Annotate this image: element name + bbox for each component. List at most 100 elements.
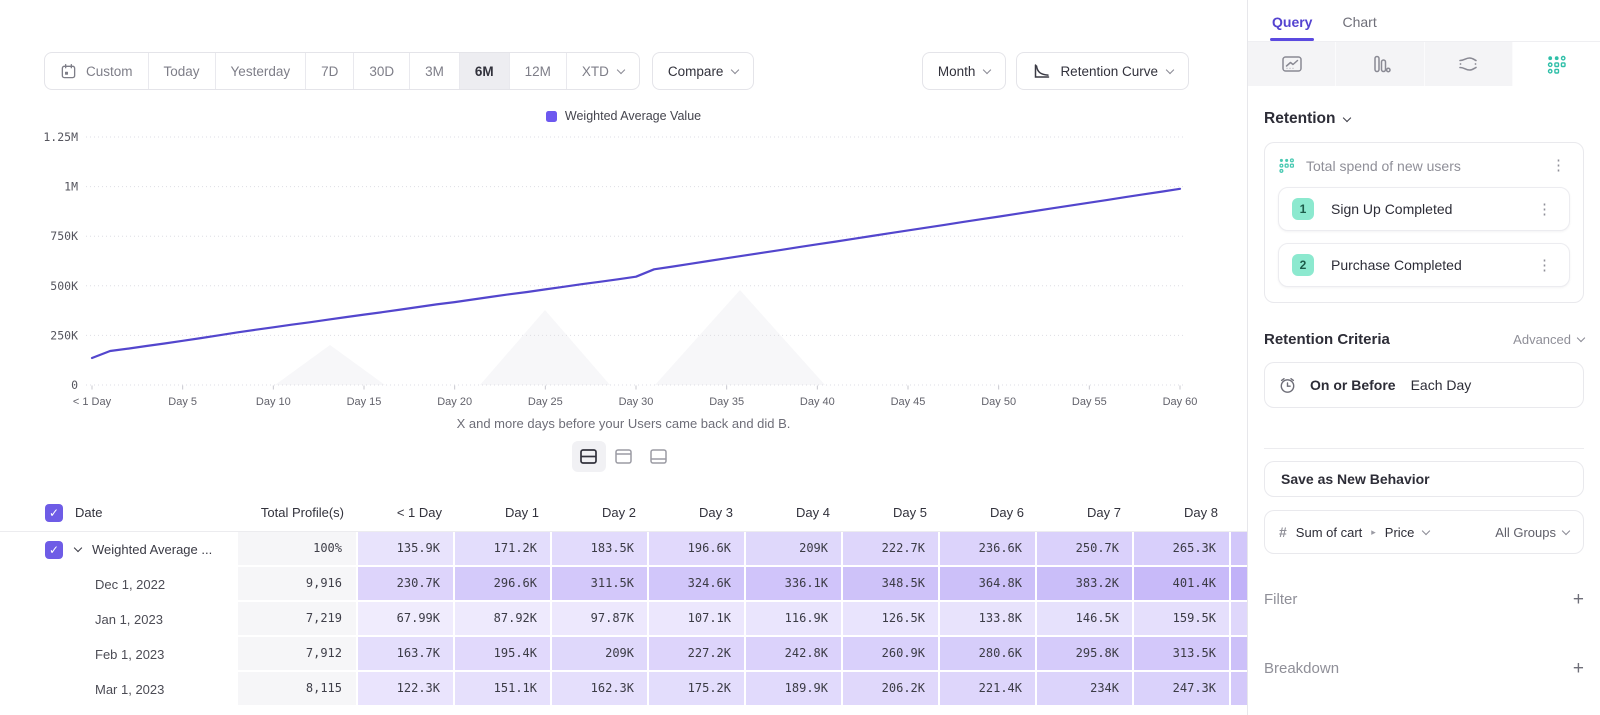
section-retention[interactable]: Retention [1264,110,1584,128]
range-button-30d[interactable]: 30D [353,53,409,89]
advanced-label: Advanced [1513,332,1571,347]
row-label[interactable]: Dec 1, 2022 [95,577,165,592]
range-button-3m[interactable]: 3M [409,53,459,89]
range-label: 3M [425,64,444,79]
chevron-down-icon [731,65,739,73]
kebab-menu-icon[interactable]: ⋮ [1533,256,1556,275]
report-type-tabs [1248,41,1600,86]
row-label[interactable]: Weighted Average ... [92,542,212,557]
range-button-yesterday[interactable]: Yesterday [215,53,306,89]
row-date-cell: Feb 1, 2023 [0,637,238,672]
value-cell-clipped [1231,672,1247,707]
value-cell: 97.87K [552,602,649,637]
value-cell: 324.6K [649,567,746,602]
svg-text:Day 15: Day 15 [347,396,382,408]
toolbar: CustomToday Yesterday 7D 30D 3M 6M12MXTD Comp… [44,52,1189,90]
row-label[interactable]: Feb 1, 2023 [95,647,164,662]
criteria-timing-card[interactable]: On or Before Each Day [1264,362,1584,408]
svg-text:Day 20: Day 20 [437,396,472,408]
range-button-xtd[interactable]: XTD [566,53,639,89]
value-cell: 364.8K [940,567,1037,602]
add-filter-button[interactable]: + [1573,590,1584,609]
value-cell: 234K [1037,672,1134,707]
behavior-card: Total spend of new users ⋮ 1Sign Up Comp… [1264,142,1584,303]
value-cell: 247.3K [1134,672,1231,707]
groups-dropdown[interactable]: All Groups [1495,525,1569,540]
chart-view-icon [614,448,633,465]
split-view-button[interactable] [572,441,606,472]
behavior-step-2[interactable]: 2Purchase Completed⋮ [1278,243,1570,287]
value-cell: 209K [552,637,649,672]
svg-text:1M: 1M [64,180,78,194]
retention-chart: 0250K500K750K1M1.25M< 1 DayDay 5Day 10Da… [0,124,1247,414]
compare-button[interactable]: Compare [652,52,755,90]
row-label[interactable]: Jan 1, 2023 [95,612,163,627]
range-button-12m[interactable]: 12M [509,53,566,89]
chart-view-button[interactable] [607,441,641,472]
value-cell: 163.7K [358,637,455,672]
range-button-today[interactable]: Today [148,53,215,89]
expand-chevron-icon[interactable] [74,544,82,552]
save-as-new-behavior-button[interactable]: Save as New Behavior [1264,461,1584,497]
total-profiles-cell: 7,912 [238,637,358,672]
value-cell: 260.9K [843,637,940,672]
svg-text:750K: 750K [50,229,78,243]
value-cell: 183.5K [552,532,649,567]
value-cell: 87.92K [455,602,552,637]
section-retention-label: Retention [1264,110,1335,128]
range-button-7d[interactable]: 7D [305,53,353,89]
groups-label: All Groups [1495,525,1556,540]
row-checkbox[interactable]: ✓ [45,541,63,559]
number-property-icon: # [1279,524,1287,540]
add-breakdown-button[interactable]: + [1573,659,1584,678]
report-tab-retention[interactable] [1513,42,1600,86]
tab-query[interactable]: Query [1272,14,1312,41]
kebab-menu-icon[interactable]: ⋮ [1547,156,1570,175]
report-tab-flows[interactable] [1425,42,1513,86]
report-tab-funnels[interactable] [1336,42,1424,86]
timing-interval: Each Day [1411,377,1472,393]
query-sidebar: Query Chart [1247,0,1600,715]
select-all-checkbox[interactable]: ✓ [45,504,63,522]
header-total-profiles: Total Profile(s) [238,505,358,520]
header-day-7: Day 7 [1037,505,1134,520]
tab-chart[interactable]: Chart [1342,14,1376,41]
chevron-down-icon [1343,113,1351,121]
value-cell: 135.9K [358,532,455,567]
row-label[interactable]: Mar 1, 2023 [95,682,164,697]
step-label: Sign Up Completed [1331,201,1452,217]
value-cell: 336.1K [746,567,843,602]
table-row: Feb 1, 20237,912163.7K195.4K209K227.2K24… [0,637,1247,672]
timing-mode: On or Before [1310,377,1396,393]
svg-text:250K: 250K [50,328,78,342]
value-cell: 126.5K [843,602,940,637]
value-cell: 206.2K [843,672,940,707]
behavior-retention-icon [1278,157,1295,174]
report-tab-insights[interactable] [1248,42,1336,86]
caret-right-icon: ▸ [1371,527,1376,538]
total-profiles-cell: 100% [238,532,358,567]
measure-subproperty[interactable]: Price [1385,525,1415,540]
behavior-title: Total spend of new users [1306,158,1461,174]
toolbar-right: Month Retention Curve [922,52,1189,90]
range-button-custom[interactable]: Custom [45,53,148,89]
range-label: Yesterday [231,64,291,79]
measure-property[interactable]: Sum of cart [1296,525,1362,540]
table-view-button[interactable] [642,441,676,472]
value-cell: 67.99K [358,602,455,637]
range-button-6m[interactable]: 6M [459,53,509,89]
advanced-dropdown[interactable]: Advanced [1513,332,1584,347]
value-cell: 296.6K [455,567,552,602]
step-number-badge: 2 [1292,254,1314,276]
svg-text:Day 35: Day 35 [709,396,744,408]
row-date-cell: Jan 1, 2023 [0,602,238,637]
range-label: 7D [321,64,338,79]
header-day-6: Day 6 [940,505,1037,520]
behavior-step-1[interactable]: 1Sign Up Completed⋮ [1278,187,1570,231]
table-header-row: ✓DateTotal Profile(s)< 1 DayDay 1Day 2Da… [0,494,1247,532]
granularity-button[interactable]: Month [922,52,1007,90]
kebab-menu-icon[interactable]: ⋮ [1533,200,1556,219]
chart-type-button[interactable]: Retention Curve [1016,52,1189,90]
chart-type-label: Retention Curve [1060,64,1158,79]
value-cell: 133.8K [940,602,1037,637]
